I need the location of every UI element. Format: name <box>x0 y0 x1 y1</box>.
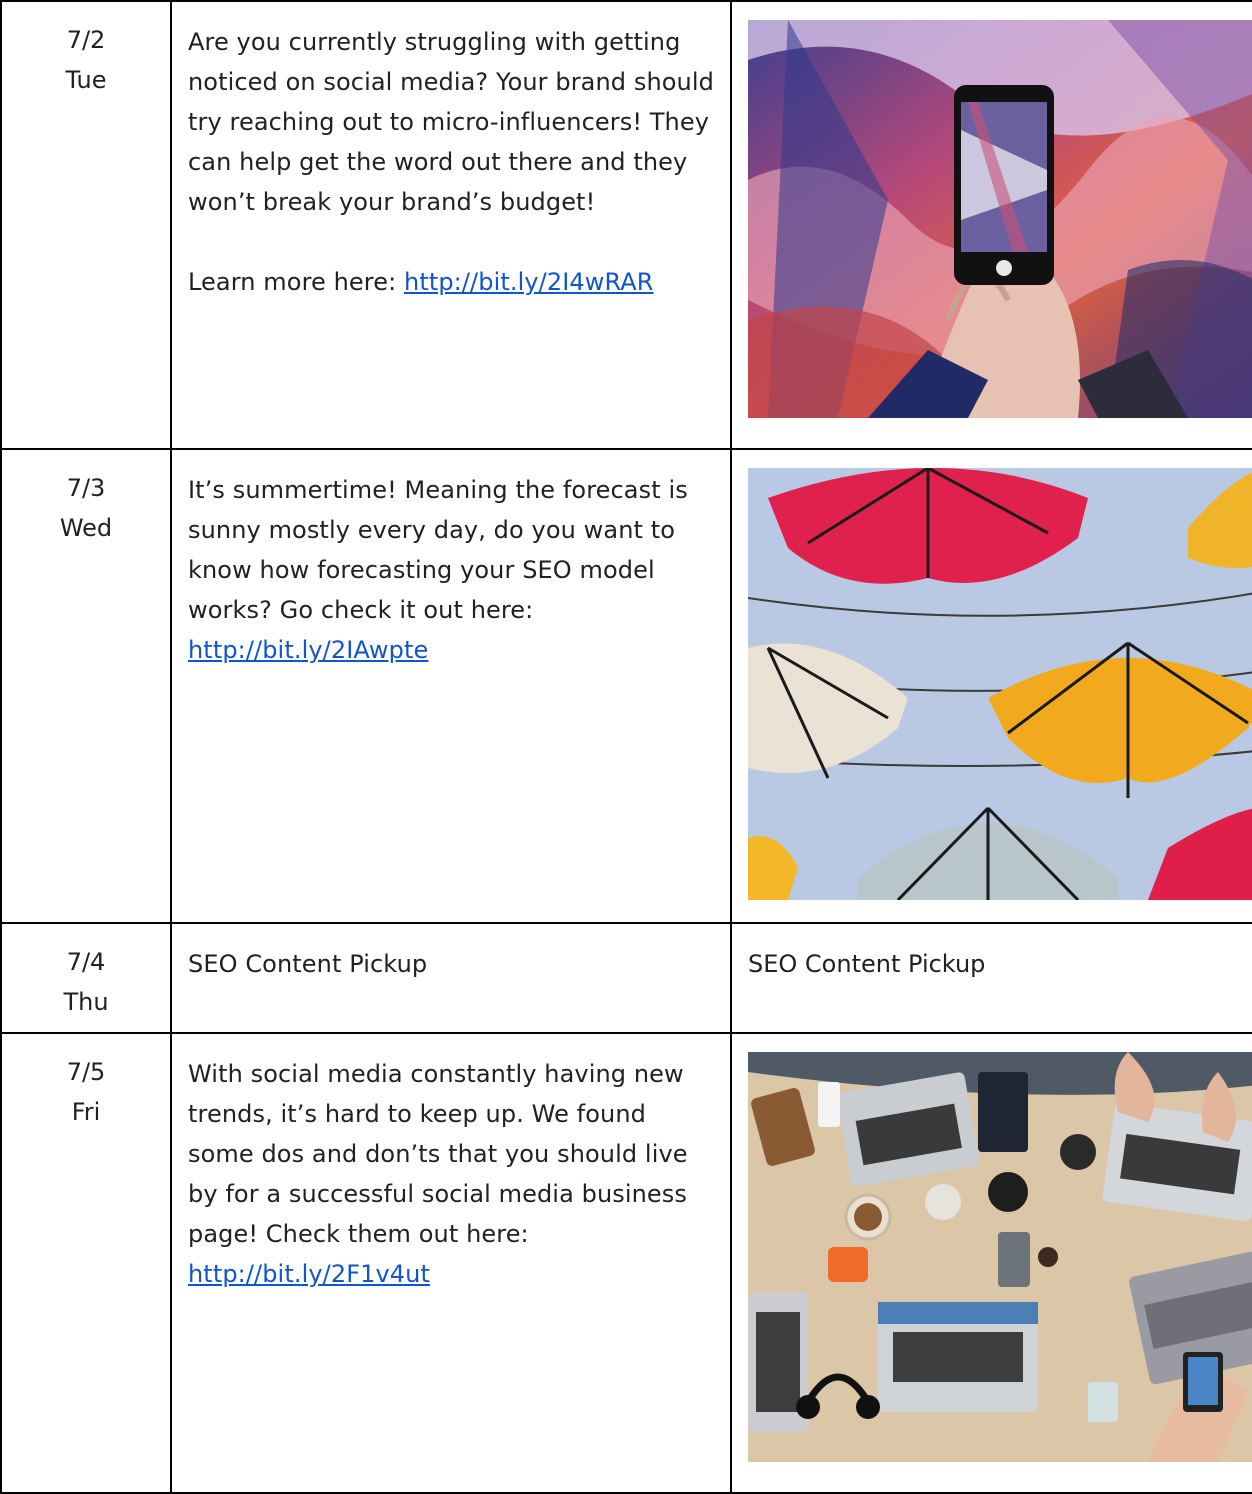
message-cell: SEO Content Pickup <box>170 922 732 1034</box>
date-label: 7/2 <box>66 26 106 54</box>
post-link[interactable]: http://bit.ly/2I4wRAR <box>404 268 654 296</box>
post-link[interactable]: http://bit.ly/2F1v4ut <box>188 1260 430 1288</box>
post-link[interactable]: http://bit.ly/2IAwpte <box>188 636 428 664</box>
umbrellas-image <box>748 468 1252 900</box>
table-row: 7/5 Fri With social media constantly hav… <box>0 1032 1252 1494</box>
learn-more-prefix: Learn more here: <box>188 268 405 296</box>
media-cell <box>730 0 1252 450</box>
post-text-body: With social media constantly having new … <box>188 1060 688 1248</box>
post-text: SEO Content Pickup <box>188 950 428 978</box>
date-label: 7/3 <box>66 474 106 502</box>
post-text-body: It’s summertime! Meaning the forecast is… <box>188 476 688 624</box>
date-label: 7/4 <box>66 948 106 976</box>
message-cell: With social media constantly having new … <box>170 1032 732 1494</box>
table-row: 7/4 Thu SEO Content Pickup SEO Content P… <box>0 922 1252 1034</box>
post-text: It’s summertime! Meaning the forecast is… <box>188 470 718 670</box>
post-text: With social media constantly having new … <box>188 1054 718 1294</box>
media-text: SEO Content Pickup <box>748 950 986 978</box>
weekday-label: Tue <box>65 66 107 94</box>
table-row: 7/2 Tue Are you currently struggling wit… <box>0 0 1252 450</box>
weekday-label: Wed <box>59 514 113 542</box>
date-cell: 7/4 Thu <box>0 922 172 1034</box>
learn-more-line: Learn more here: http://bit.ly/2I4wRAR <box>188 262 718 302</box>
post-text: Are you currently struggling with gettin… <box>188 28 714 216</box>
message-cell: It’s summertime! Meaning the forecast is… <box>170 448 732 924</box>
date-cell: 7/5 Fri <box>0 1032 172 1494</box>
media-cell <box>730 1032 1252 1494</box>
date-cell: 7/3 Wed <box>0 448 172 924</box>
content-calendar-table: 7/2 Tue Are you currently struggling wit… <box>0 0 1252 1494</box>
weekday-label: Thu <box>63 988 109 1016</box>
desk-laptops-image <box>748 1052 1252 1462</box>
message-cell: Are you currently struggling with gettin… <box>170 0 732 450</box>
phone-photo-graffiti-image <box>748 20 1252 418</box>
media-cell: SEO Content Pickup <box>730 922 1252 1034</box>
weekday-label: Fri <box>71 1098 101 1126</box>
content-calendar-page: 7/2 Tue Are you currently struggling wit… <box>0 0 1252 1494</box>
date-label: 7/5 <box>66 1058 106 1086</box>
date-cell: 7/2 Tue <box>0 0 172 450</box>
table-row: 7/3 Wed It’s summertime! Meaning the for… <box>0 448 1252 924</box>
media-cell <box>730 448 1252 924</box>
